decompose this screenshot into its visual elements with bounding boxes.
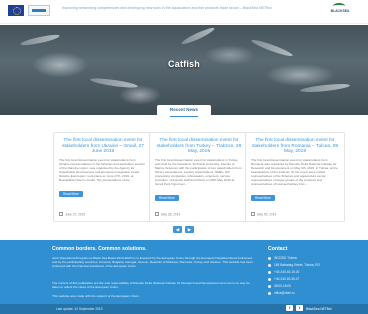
read-more-button[interactable]: Read More [59,191,83,198]
contact-item: +40-240-53.15.20 [274,270,300,274]
news-card: The first local dissemination event for … [149,132,249,222]
news-card-date: May 28, 2019 [155,211,181,216]
blacksea-netfish-logo[interactable]: BLACKSEA [328,3,352,17]
read-more-button[interactable]: Read More [251,195,275,202]
facebook-icon[interactable]: f [286,305,293,311]
hero-banner: Catfish Recent News [0,25,368,115]
tab-label: Recent News [169,107,198,112]
news-card-excerpt: The first local dissemination event for … [59,157,145,183]
read-more-button[interactable]: Read More [155,195,179,202]
news-card-title[interactable]: The first local dissemination event for … [59,138,147,155]
email-icon [268,292,271,295]
twitter-icon[interactable]: t [296,305,303,311]
fish-decoration [89,76,139,90]
footer-paragraph: The content of this publication are the … [52,281,250,290]
contact-item: INCDDD Tulcea [274,256,297,260]
contact-email-link[interactable]: office@ddni.ro [274,291,295,295]
date-text: May 09, 2019 [257,212,277,216]
news-card-title[interactable]: The first local dissemination event for … [155,138,243,155]
fax-icon [268,278,271,281]
news-card-title[interactable]: The first local dissemination event for … [251,138,339,155]
fish-decoration [19,32,61,48]
calendar-icon [155,211,159,216]
phone-icon [268,271,271,274]
date-text: May 28, 2019 [161,212,181,216]
news-card-excerpt: The first local dissemination event for … [155,157,242,187]
clock-icon [268,285,271,288]
logo-text: BLACKSEA [330,9,350,13]
hero-title: Catfish [168,59,200,69]
footer-paragraph: This website was made with the support o… [52,294,140,298]
fish-decoration [180,25,216,47]
news-card-excerpt: The first local dissemination event for … [251,157,338,187]
calendar-icon [59,211,63,216]
next-button[interactable]: ▶ [185,226,194,233]
programme-logo-icon[interactable] [28,5,50,16]
location-icon [268,264,271,267]
fish-decoration [299,82,351,94]
site-title: Improving networking competencies and de… [62,6,272,10]
eu-flag-icon [8,5,24,16]
news-card-date: June 27, 2019 [59,211,86,216]
fish-decoration [250,37,294,59]
top-header: Improving networking competencies and de… [0,0,368,24]
building-icon [268,257,271,260]
tab-underline [170,116,198,117]
contact-heading: Contact [268,246,288,252]
contact-item: +40-240-53.35.47 [274,277,300,281]
contact-item: 08:00-16:00 [274,284,292,288]
news-card: The first local dissemination event for … [53,132,153,222]
news-card-date: May 09, 2019 [251,211,277,216]
date-text: June 27, 2019 [65,212,86,216]
tab-recent-news[interactable]: Recent News [157,105,211,115]
calendar-icon [251,211,255,216]
last-update-text: Last update: 10 September 2019 [56,307,103,311]
prev-button[interactable]: ◀ [173,226,182,233]
footer-heading: Common borders. Common solutions. [52,246,147,252]
footer-paragraph: Joint Operational Programme Black Sea Ba… [52,256,253,269]
news-card: The first local dissemination event for … [245,132,345,222]
footer-site-link[interactable]: BlackSea NETfish [306,307,332,311]
contact-item: 165 Babadag Street, Tulcea, RO [274,263,321,267]
